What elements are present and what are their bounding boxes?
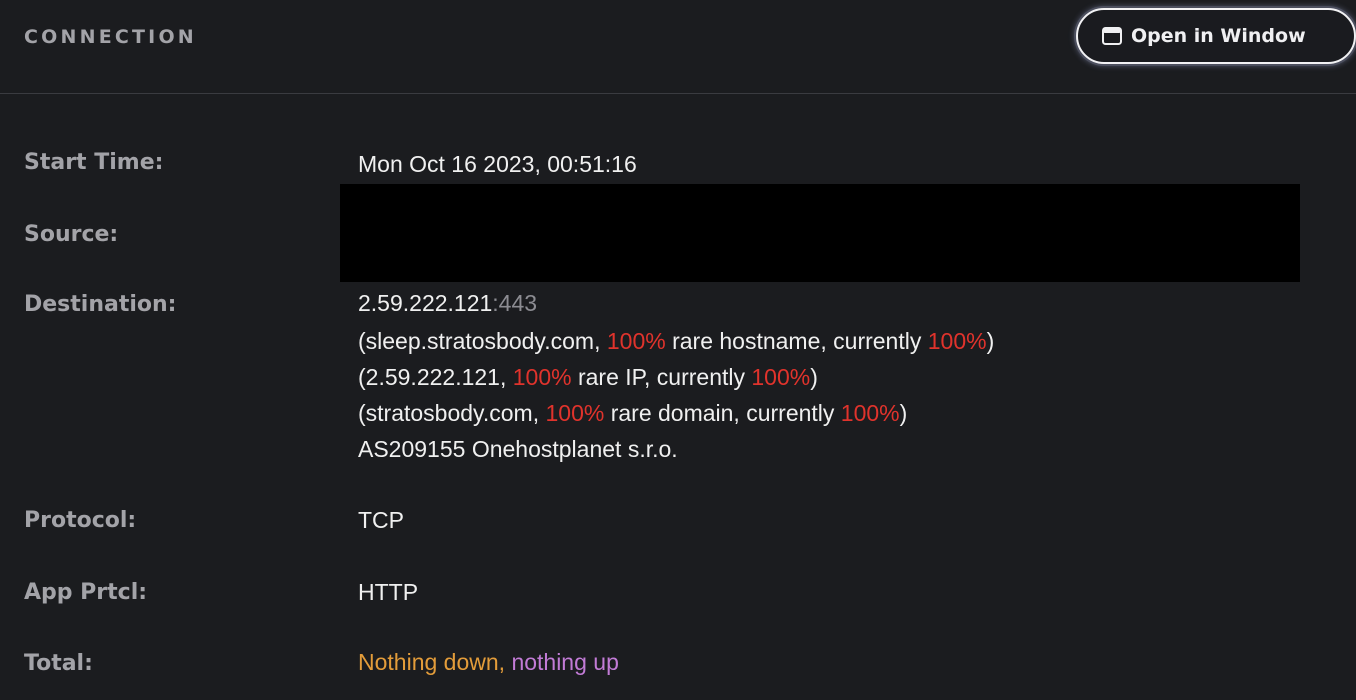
- protocol-label: Protocol:: [24, 508, 137, 533]
- total-value: Nothing down, nothing up: [358, 644, 619, 680]
- ip-text: (2.59.222.121,: [358, 364, 513, 390]
- domain-rarity-pct: 100%: [545, 400, 605, 426]
- total-separator: ,: [498, 649, 512, 675]
- open-in-window-button[interactable]: Open in Window: [1076, 8, 1356, 64]
- hostname-rarity-pct: 100%: [606, 328, 666, 354]
- destination-hostname-rarity: (sleep.stratosbody.com, 100% rare hostna…: [358, 323, 994, 359]
- destination-port: :443: [492, 290, 538, 316]
- destination-domain-rarity: (stratosbody.com, 100% rare domain, curr…: [358, 395, 907, 431]
- destination-asn: AS209155 Onehostplanet s.r.o.: [358, 436, 678, 462]
- hostname-current-pct: 100%: [927, 328, 987, 354]
- ip-close: ): [810, 364, 818, 390]
- app-protocol-value: HTTP: [358, 579, 419, 605]
- panel-title: CONNECTION: [24, 26, 197, 48]
- source-label: Source:: [24, 222, 119, 247]
- hostname-rarity-text: rare hostname, currently: [665, 328, 928, 354]
- destination-ip-line: 2.59.222.121:443: [358, 285, 537, 321]
- total-down: Nothing down: [358, 649, 499, 675]
- domain-text: (stratosbody.com,: [358, 400, 546, 426]
- hostname-close: ): [986, 328, 995, 354]
- start-time-value: Mon Oct 16 2023, 00:51:16: [358, 151, 637, 177]
- total-up: nothing up: [511, 649, 619, 675]
- app-protocol-label: App Prtcl:: [24, 580, 148, 605]
- source-redaction: [340, 184, 1300, 282]
- domain-current-pct: 100%: [840, 400, 900, 426]
- destination-ip-rarity: (2.59.222.121, 100% rare IP, currently 1…: [358, 359, 818, 395]
- ip-rarity-text: rare IP, currently: [571, 364, 752, 390]
- start-time-label: Start Time:: [24, 150, 164, 175]
- total-label: Total:: [24, 651, 93, 676]
- connection-panel: CONNECTION Open in Window Start Time: Mo…: [0, 0, 1356, 700]
- window-icon: [1102, 27, 1122, 45]
- destination-ip[interactable]: 2.59.222.121: [358, 290, 492, 316]
- ip-current-pct: 100%: [751, 364, 811, 390]
- hostname-text: (sleep.stratosbody.com,: [358, 328, 607, 354]
- panel-header: CONNECTION Open in Window: [0, 0, 1356, 94]
- domain-rarity-text: rare domain, currently: [604, 400, 841, 426]
- destination-label: Destination:: [24, 292, 177, 317]
- open-in-window-label: Open in Window: [1131, 25, 1306, 47]
- protocol-value: TCP: [358, 507, 404, 533]
- ip-rarity-pct: 100%: [512, 364, 572, 390]
- domain-close: ): [899, 400, 908, 426]
